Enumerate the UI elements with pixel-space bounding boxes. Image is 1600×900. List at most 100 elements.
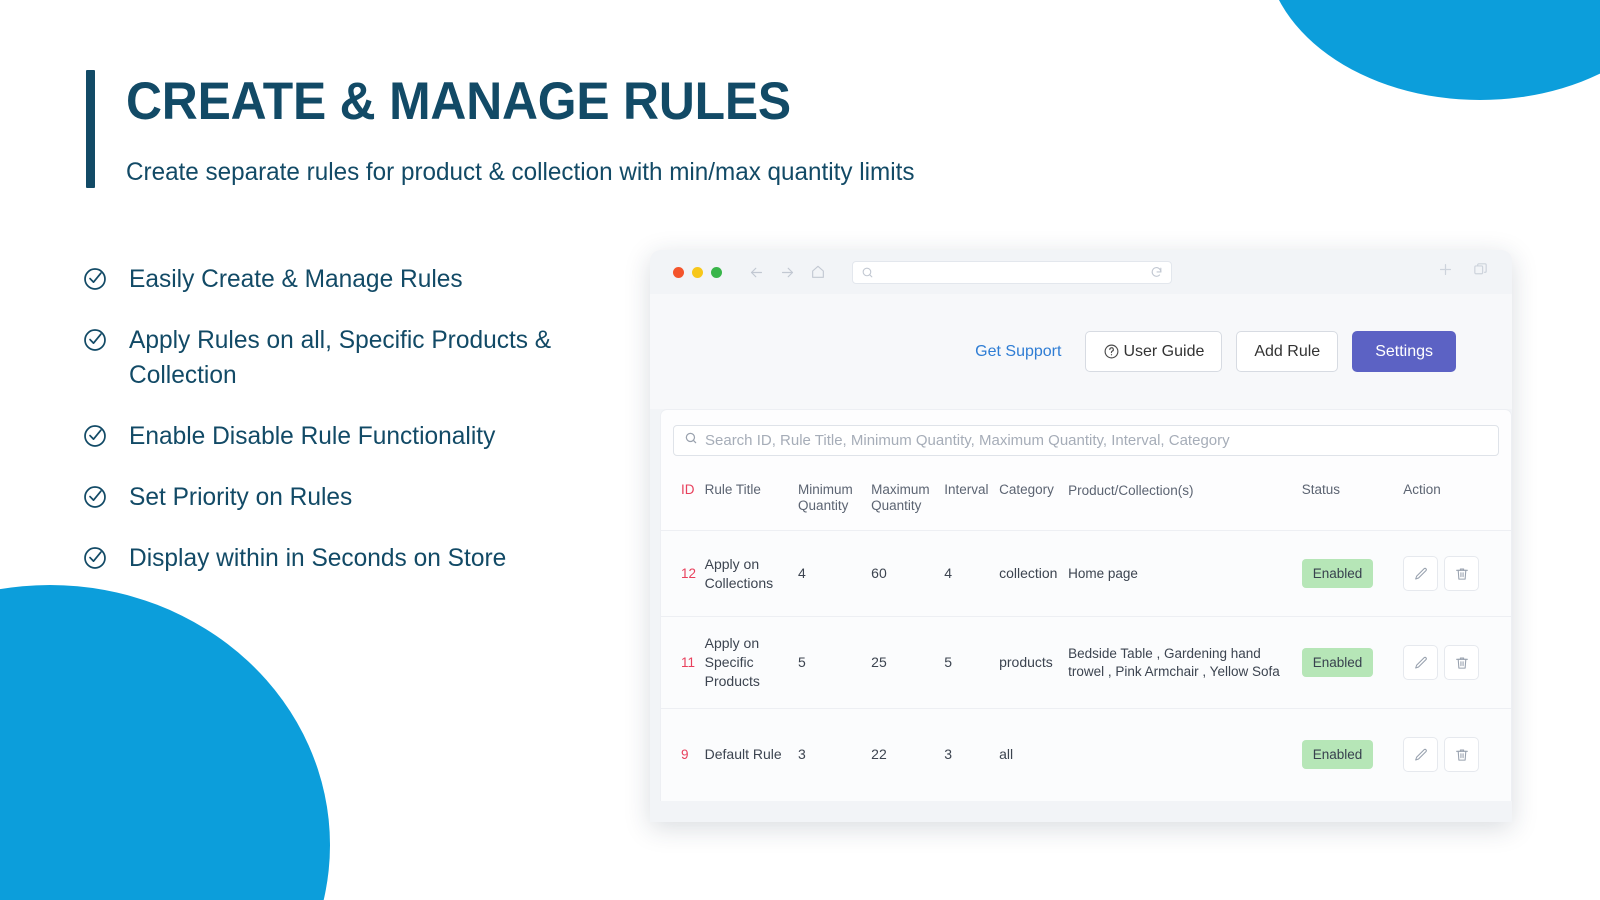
cell-category: products — [995, 617, 1064, 709]
back-arrow-icon[interactable] — [748, 264, 765, 281]
column-header-category[interactable]: Category — [995, 468, 1064, 531]
table-row[interactable]: 9 Default Rule 3 22 3 all Enabled — [661, 709, 1511, 801]
row-actions — [1403, 737, 1507, 772]
traffic-lights — [673, 267, 722, 278]
user-guide-button[interactable]: User Guide — [1085, 331, 1222, 372]
cell-maximum-quantity: 22 — [867, 709, 940, 801]
question-circle-icon — [1103, 343, 1120, 360]
column-header-action[interactable]: Action — [1399, 468, 1511, 531]
table-body: 12 Apply on Collections 4 60 4 collectio… — [661, 531, 1511, 801]
feature-label: Apply Rules on all, Specific Products & … — [129, 323, 609, 393]
new-tab-plus-icon[interactable] — [1437, 261, 1454, 283]
column-header-rule-title[interactable]: Rule Title — [701, 468, 794, 531]
home-icon[interactable] — [810, 264, 826, 280]
column-header-id[interactable]: ID — [661, 468, 701, 531]
feature-item: Easily Create & Manage Rules — [82, 262, 642, 297]
get-support-link[interactable]: Get Support — [975, 343, 1061, 361]
cell-minimum-quantity: 4 — [794, 531, 867, 617]
cell-minimum-quantity: 5 — [794, 617, 867, 709]
table-row[interactable]: 12 Apply on Collections 4 60 4 collectio… — [661, 531, 1511, 617]
status-badge: Enabled — [1302, 740, 1374, 769]
check-circle-icon — [82, 266, 108, 292]
search-input[interactable]: Search ID, Rule Title, Minimum Quantity,… — [673, 425, 1499, 456]
cell-maximum-quantity: 25 — [867, 617, 940, 709]
cell-action — [1399, 709, 1511, 801]
table-row[interactable]: 11 Apply on Specific Products 5 25 5 pro… — [661, 617, 1511, 709]
edit-pencil-icon[interactable] — [1403, 645, 1438, 680]
cell-rule-title: Default Rule — [701, 709, 794, 801]
tab-overview-icon[interactable] — [1472, 261, 1489, 283]
cell-action — [1399, 617, 1511, 709]
search-icon — [861, 266, 874, 279]
check-circle-icon — [82, 545, 108, 571]
feature-item: Apply Rules on all, Specific Products & … — [82, 323, 642, 393]
feature-label: Display within in Seconds on Store — [129, 541, 506, 576]
settings-label: Settings — [1375, 343, 1433, 361]
cell-id: 12 — [661, 531, 701, 617]
table-header-row: ID Rule Title Minimum Quantity Maximum Q… — [661, 468, 1511, 531]
status-badge: Enabled — [1302, 559, 1374, 588]
feature-label: Set Priority on Rules — [129, 480, 352, 515]
add-rule-button[interactable]: Add Rule — [1236, 331, 1338, 372]
feature-item: Set Priority on Rules — [82, 480, 642, 515]
check-circle-icon — [82, 423, 108, 449]
delete-trash-icon[interactable] — [1444, 556, 1479, 591]
cell-rule-title: Apply on Collections — [701, 531, 794, 617]
promo-page: CREATE & MANAGE RULES Create separate ru… — [0, 0, 1600, 900]
rules-table: ID Rule Title Minimum Quantity Maximum Q… — [661, 468, 1511, 801]
feature-label: Easily Create & Manage Rules — [129, 262, 463, 297]
hero-header: CREATE & MANAGE RULES Create separate ru… — [86, 70, 939, 188]
delete-trash-icon[interactable] — [1444, 645, 1479, 680]
column-header-minimum-quantity[interactable]: Minimum Quantity — [794, 468, 867, 531]
status-badge: Enabled — [1302, 648, 1374, 677]
minimize-yellow-dot-icon[interactable] — [692, 267, 703, 278]
cell-status: Enabled — [1298, 531, 1400, 617]
cell-category: all — [995, 709, 1064, 801]
cell-interval: 5 — [940, 617, 995, 709]
user-guide-label: User Guide — [1123, 343, 1204, 361]
feature-item: Enable Disable Rule Functionality — [82, 419, 642, 454]
column-header-products[interactable]: Product/Collection(s) — [1064, 468, 1298, 531]
decorative-blob-top-right — [1265, 0, 1600, 100]
forward-arrow-icon[interactable] — [779, 264, 796, 281]
reload-icon[interactable] — [1150, 266, 1163, 279]
cell-interval: 4 — [940, 531, 995, 617]
decorative-blob-bottom-left — [0, 585, 330, 900]
browser-chrome-right-icons — [1437, 261, 1495, 283]
table-header: ID Rule Title Minimum Quantity Maximum Q… — [661, 468, 1511, 531]
cell-maximum-quantity: 60 — [867, 531, 940, 617]
cell-minimum-quantity: 3 — [794, 709, 867, 801]
row-actions — [1403, 645, 1507, 680]
page-subtitle: Create separate rules for product & coll… — [126, 156, 914, 188]
row-actions — [1403, 556, 1507, 591]
maximize-green-dot-icon[interactable] — [711, 267, 722, 278]
browser-window-mock: Get Support User Guide Add Rule Settings — [650, 250, 1512, 822]
add-rule-label: Add Rule — [1254, 343, 1320, 361]
close-red-dot-icon[interactable] — [673, 267, 684, 278]
feature-list: Easily Create & Manage Rules Apply Rules… — [82, 262, 642, 602]
edit-pencil-icon[interactable] — [1403, 556, 1438, 591]
cell-id: 11 — [661, 617, 701, 709]
cell-rule-title: Apply on Specific Products — [701, 617, 794, 709]
browser-url-bar[interactable] — [852, 261, 1172, 284]
column-header-maximum-quantity[interactable]: Maximum Quantity — [867, 468, 940, 531]
settings-button[interactable]: Settings — [1352, 331, 1456, 372]
cell-products: Home page — [1064, 531, 1298, 617]
feature-label: Enable Disable Rule Functionality — [129, 419, 495, 454]
cell-category: collection — [995, 531, 1064, 617]
cell-id: 9 — [661, 709, 701, 801]
edit-pencil-icon[interactable] — [1403, 737, 1438, 772]
check-circle-icon — [82, 484, 108, 510]
search-row: Search ID, Rule Title, Minimum Quantity,… — [661, 410, 1511, 468]
column-header-status[interactable]: Status — [1298, 468, 1400, 531]
cell-status: Enabled — [1298, 617, 1400, 709]
cell-products: Bedside Table , Gardening hand trowel , … — [1064, 617, 1298, 709]
browser-nav-icons — [748, 264, 826, 281]
column-header-interval[interactable]: Interval — [940, 468, 995, 531]
search-icon — [684, 431, 698, 450]
rules-table-card: Search ID, Rule Title, Minimum Quantity,… — [660, 409, 1512, 801]
cell-action — [1399, 531, 1511, 617]
delete-trash-icon[interactable] — [1444, 737, 1479, 772]
search-placeholder: Search ID, Rule Title, Minimum Quantity,… — [705, 432, 1230, 449]
app-toolbar: Get Support User Guide Add Rule Settings — [650, 294, 1512, 409]
